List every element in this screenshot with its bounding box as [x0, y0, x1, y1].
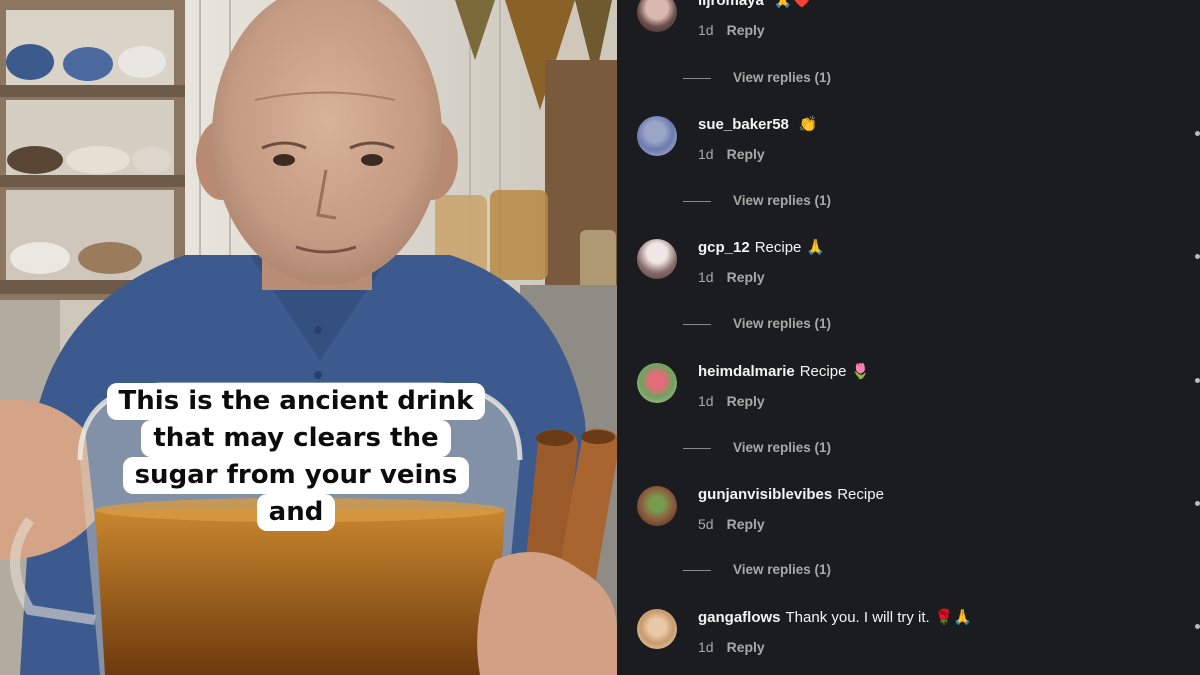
- avatar[interactable]: [637, 486, 677, 526]
- caption-line: sugar from your veins: [122, 457, 470, 494]
- view-replies-label: View replies (1): [733, 440, 832, 455]
- divider: [683, 200, 711, 202]
- avatar[interactable]: [637, 0, 677, 32]
- comment-emoji: 🌷: [851, 363, 871, 380]
- comment-age: 1d: [698, 393, 714, 409]
- comment-text: Recipe: [754, 239, 802, 256]
- comment-text: Recipe: [799, 363, 847, 380]
- view-replies-button[interactable]: View replies (1): [683, 440, 831, 455]
- comment-options-icon[interactable]: [1195, 254, 1200, 259]
- comment-options-icon[interactable]: [1195, 378, 1200, 383]
- reply-button[interactable]: Reply: [727, 22, 765, 38]
- view-replies-button[interactable]: View replies (1): [683, 193, 831, 208]
- reply-button[interactable]: Reply: [727, 146, 765, 162]
- divider: [683, 447, 711, 449]
- comment-emoji: 👏: [798, 116, 818, 133]
- comment-text: Thank you. I will try it.: [785, 609, 930, 626]
- avatar[interactable]: [637, 239, 677, 279]
- avatar[interactable]: [637, 116, 677, 156]
- view-replies-button[interactable]: View replies (1): [683, 316, 831, 331]
- caption-line: This is the ancient drink: [106, 383, 486, 420]
- comment-options-icon[interactable]: [1195, 624, 1200, 629]
- view-replies-label: View replies (1): [733, 562, 832, 577]
- comment-username[interactable]: sue_baker58: [698, 116, 789, 133]
- reply-button[interactable]: Reply: [727, 393, 765, 409]
- comment-age: 5d: [698, 516, 714, 532]
- video-scene: [0, 0, 617, 675]
- comment-age: 1d: [698, 269, 714, 285]
- reply-button[interactable]: Reply: [727, 516, 765, 532]
- caption-line: that may clears the: [141, 420, 451, 457]
- divider: [683, 569, 711, 571]
- reply-button[interactable]: Reply: [727, 269, 765, 285]
- comment-emoji: 🙏: [806, 239, 826, 256]
- view-replies-label: View replies (1): [733, 193, 832, 208]
- comment-username[interactable]: iljromaya: [698, 0, 764, 9]
- comment-username[interactable]: gangaflows: [698, 609, 781, 626]
- view-replies-button[interactable]: View replies (1): [683, 70, 831, 85]
- comment-emoji: 🌹🙏: [934, 609, 973, 626]
- video-caption: This is the ancient drink that may clear…: [94, 383, 498, 531]
- comment-options-icon[interactable]: [1195, 501, 1200, 506]
- caption-line: and: [256, 494, 336, 531]
- comment-username[interactable]: gcp_12: [698, 239, 750, 256]
- avatar[interactable]: [637, 363, 677, 403]
- view-replies-label: View replies (1): [733, 70, 832, 85]
- view-replies-label: View replies (1): [733, 316, 832, 331]
- comment-username[interactable]: gunjanvisiblevibes: [698, 486, 832, 503]
- comment-age: 1d: [698, 146, 714, 162]
- comment-options-icon[interactable]: [1195, 131, 1200, 136]
- comment-age: 1d: [698, 22, 714, 38]
- comment-username[interactable]: heimdalmarie: [698, 363, 795, 380]
- video-frame[interactable]: This is the ancient drink that may clear…: [0, 0, 617, 675]
- comment-age: 1d: [698, 639, 714, 655]
- divider: [683, 323, 711, 325]
- comments-panel[interactable]: iljromaya 🙏❤️ 1d Reply View replies (1) su…: [617, 0, 1200, 675]
- view-replies-button[interactable]: View replies (1): [683, 562, 831, 577]
- comment-text: Recipe: [837, 486, 884, 503]
- reply-button[interactable]: Reply: [727, 639, 765, 655]
- avatar[interactable]: [637, 609, 677, 649]
- comment-emoji: 🙏❤️: [773, 0, 812, 9]
- divider: [683, 77, 711, 79]
